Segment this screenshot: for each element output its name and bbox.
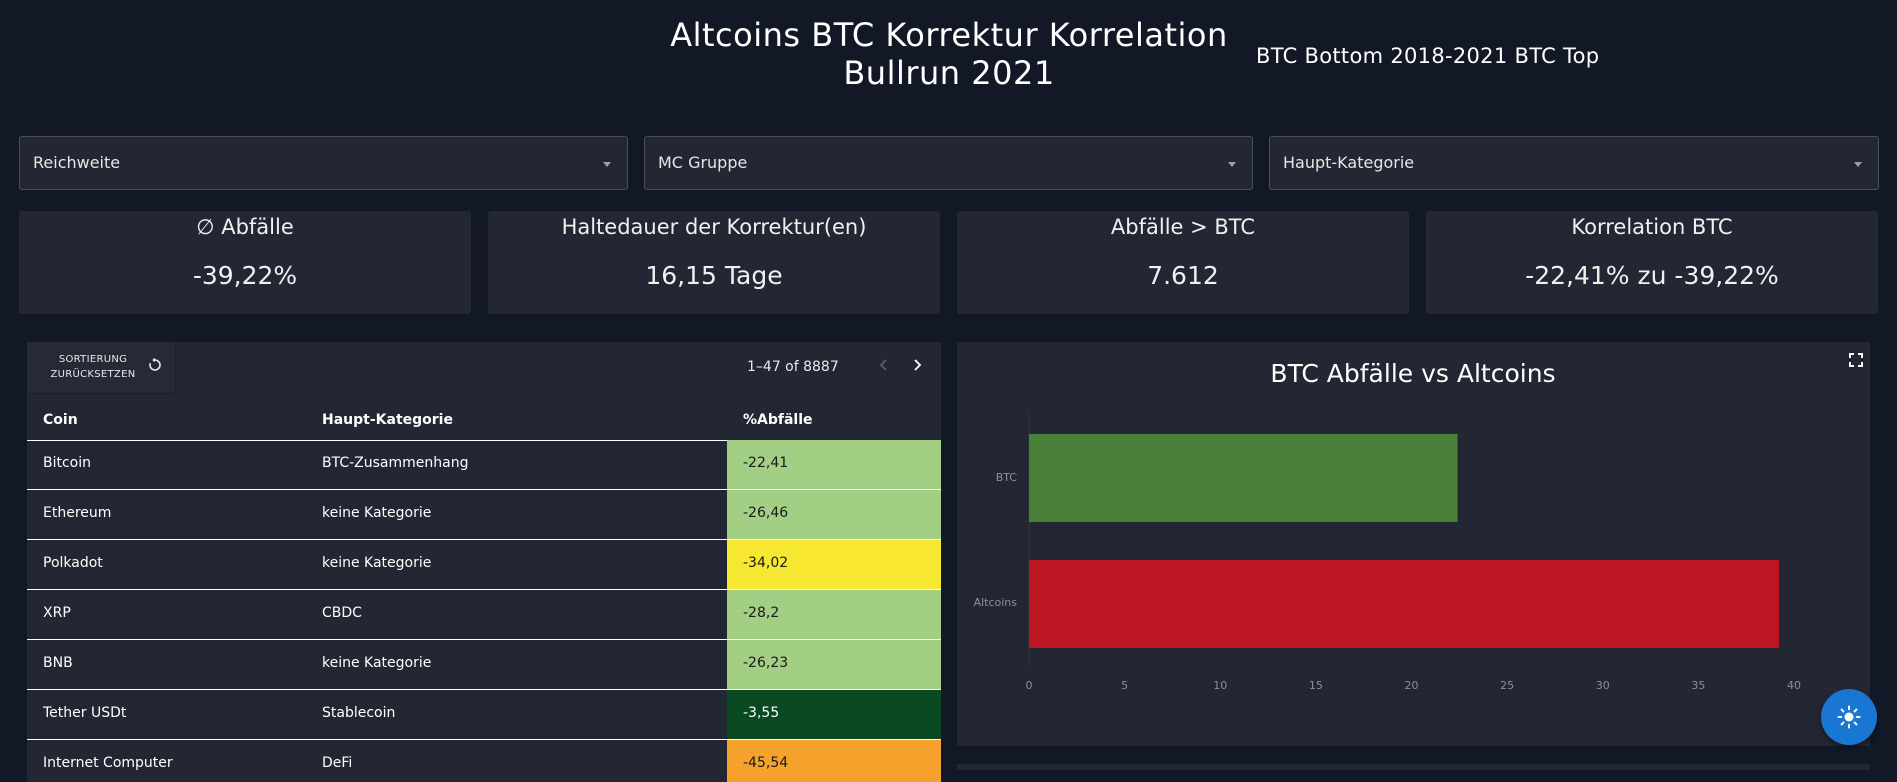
x-tick-label: 30 bbox=[1596, 679, 1610, 692]
dropdown-label: Haupt-Kategorie bbox=[1283, 153, 1415, 172]
y-tick-label: BTC bbox=[996, 471, 1018, 484]
category-cell: DeFi bbox=[322, 755, 353, 771]
previous-page-button[interactable] bbox=[877, 357, 891, 377]
y-tick-label: Altcoins bbox=[974, 596, 1018, 609]
kpi-value: 16,15 Tage bbox=[645, 261, 783, 290]
table-body: Bitcoin BTC-Zusammenhang -22,41 Ethereum kei… bbox=[27, 440, 941, 782]
table-row[interactable]: BNB keine Kategorie -26,23 bbox=[27, 640, 941, 690]
table-row[interactable]: Ethereum keine Kategorie -26,46 bbox=[27, 490, 941, 540]
chevron-down-icon bbox=[1854, 162, 1862, 167]
table-header: Coin Haupt-Kategorie %Abfälle bbox=[27, 412, 941, 441]
category-cell: keine Kategorie bbox=[322, 555, 432, 571]
coin-cell: Ethereum bbox=[43, 505, 112, 521]
bar-altcoins[interactable] bbox=[1029, 560, 1780, 648]
chart-title: BTC Abfälle vs Altcoins bbox=[1270, 359, 1555, 388]
kpi-card-korrelation-btc: Korrelation BTC -22,41% zu -39,22% bbox=[1426, 211, 1878, 314]
category-cell: CBDC bbox=[322, 605, 362, 621]
reset-sort-label-line-1: SORTIERUNG bbox=[58, 354, 128, 365]
kpi-title: Korrelation BTC bbox=[1571, 215, 1733, 239]
reset-icon bbox=[147, 357, 163, 377]
table-row[interactable]: Bitcoin BTC-Zusammenhang -22,41 bbox=[27, 440, 941, 490]
abfaelle-cell: -26,23 bbox=[727, 640, 941, 689]
kpi-title: ∅ Abfälle bbox=[196, 215, 294, 239]
category-cell: keine Kategorie bbox=[322, 505, 432, 521]
next-page-button[interactable] bbox=[910, 357, 924, 377]
column-header-category[interactable]: Haupt-Kategorie bbox=[322, 412, 453, 428]
abfaelle-cell: -26,46 bbox=[727, 490, 941, 539]
coin-cell: Polkadot bbox=[43, 555, 103, 571]
page-title-line-1: Altcoins BTC Korrektur Korrelation bbox=[670, 16, 1228, 54]
coin-cell: BNB bbox=[43, 655, 73, 671]
coin-table: SORTIERUNG ZURÜCKSETZEN 1–47 of 8887 Coi… bbox=[27, 342, 941, 782]
pagination-info: 1–47 of 8887 bbox=[747, 359, 839, 375]
dropdown-label: MC Gruppe bbox=[658, 153, 748, 172]
x-tick-label: 20 bbox=[1405, 679, 1419, 692]
abfaelle-cell: -22,41 bbox=[727, 440, 941, 489]
reset-sort-label: SORTIERUNG ZURÜCKSETZEN bbox=[47, 352, 139, 382]
kpi-card-haltedauer: Haltedauer der Korrektur(en) 16,15 Tage bbox=[488, 211, 940, 314]
kpi-title: Haltedauer der Korrektur(en) bbox=[561, 215, 867, 239]
x-tick-label: 0 bbox=[1026, 679, 1033, 692]
table-row[interactable]: Polkadot keine Kategorie -34,02 bbox=[27, 540, 941, 590]
table-row[interactable]: XRP CBDC -28,2 bbox=[27, 590, 941, 640]
x-tick-label: 35 bbox=[1691, 679, 1705, 692]
page-subtitle: BTC Bottom 2018-2021 BTC Top bbox=[1256, 44, 1600, 68]
column-header-abfaelle[interactable]: %Abfälle bbox=[743, 412, 813, 428]
coin-cell: Internet Computer bbox=[43, 755, 173, 771]
chevron-down-icon bbox=[1228, 162, 1236, 167]
x-tick-label: 40 bbox=[1787, 679, 1801, 692]
dropdown-label: Reichweite bbox=[33, 153, 121, 172]
haupt-kategorie-dropdown[interactable]: Haupt-Kategorie bbox=[1269, 136, 1879, 190]
abfaelle-cell: -28,2 bbox=[727, 590, 941, 639]
kpi-value: -39,22% bbox=[192, 261, 298, 290]
category-cell: BTC-Zusammenhang bbox=[322, 455, 469, 471]
kpi-title: Abfälle > BTC bbox=[1110, 215, 1256, 239]
chevron-down-icon bbox=[603, 162, 611, 167]
mc-gruppe-dropdown[interactable]: MC Gruppe bbox=[644, 136, 1253, 190]
table-row[interactable]: Internet Computer DeFi -45,54 bbox=[27, 740, 941, 782]
x-tick-label: 10 bbox=[1213, 679, 1227, 692]
coin-cell: Bitcoin bbox=[43, 455, 92, 471]
theme-toggle-button[interactable] bbox=[1821, 689, 1877, 745]
bar-chart-svg: BTC Abfälle vs Altcoins BTC Altcoins 0 5 10 15… bbox=[974, 359, 1801, 692]
fullscreen-icon[interactable] bbox=[1849, 352, 1863, 371]
x-tick-label: 25 bbox=[1500, 679, 1514, 692]
reset-sort-label-line-2: ZURÜCKSETZEN bbox=[50, 369, 136, 380]
kpi-card-abfaelle: ∅ Abfälle -39,22% bbox=[19, 211, 471, 314]
category-cell: keine Kategorie bbox=[322, 655, 432, 671]
page-title: Altcoins BTC Korrektur Korrelation Bullr… bbox=[650, 16, 1248, 92]
kpi-value: -22,41% zu -39,22% bbox=[1525, 261, 1779, 290]
reset-sort-button[interactable]: SORTIERUNG ZURÜCKSETZEN bbox=[27, 342, 176, 394]
btc-vs-altcoins-chart: BTC Abfälle vs Altcoins BTC Altcoins 0 5 10 15… bbox=[957, 342, 1870, 746]
x-tick-label: 5 bbox=[1121, 679, 1128, 692]
abfaelle-cell: -34,02 bbox=[727, 540, 941, 589]
x-tick-label: 15 bbox=[1309, 679, 1323, 692]
page-title-line-2: Bullrun 2021 bbox=[843, 54, 1055, 92]
next-panel-edge bbox=[957, 764, 1870, 770]
abfaelle-cell: -45,54 bbox=[727, 740, 941, 782]
kpi-value: 7.612 bbox=[1147, 261, 1219, 290]
kpi-card-abfaelle-gt-btc: Abfälle > BTC 7.612 bbox=[957, 211, 1409, 314]
abfaelle-cell: -3,55 bbox=[727, 690, 941, 739]
reichweite-dropdown[interactable]: Reichweite bbox=[19, 136, 628, 190]
coin-cell: Tether USDt bbox=[43, 705, 127, 721]
coin-cell: XRP bbox=[43, 605, 71, 621]
category-cell: Stablecoin bbox=[322, 705, 396, 721]
table-row[interactable]: Tether USDt Stablecoin -3,55 bbox=[27, 690, 941, 740]
column-header-coin[interactable]: Coin bbox=[43, 412, 78, 428]
bar-btc[interactable] bbox=[1029, 434, 1458, 522]
